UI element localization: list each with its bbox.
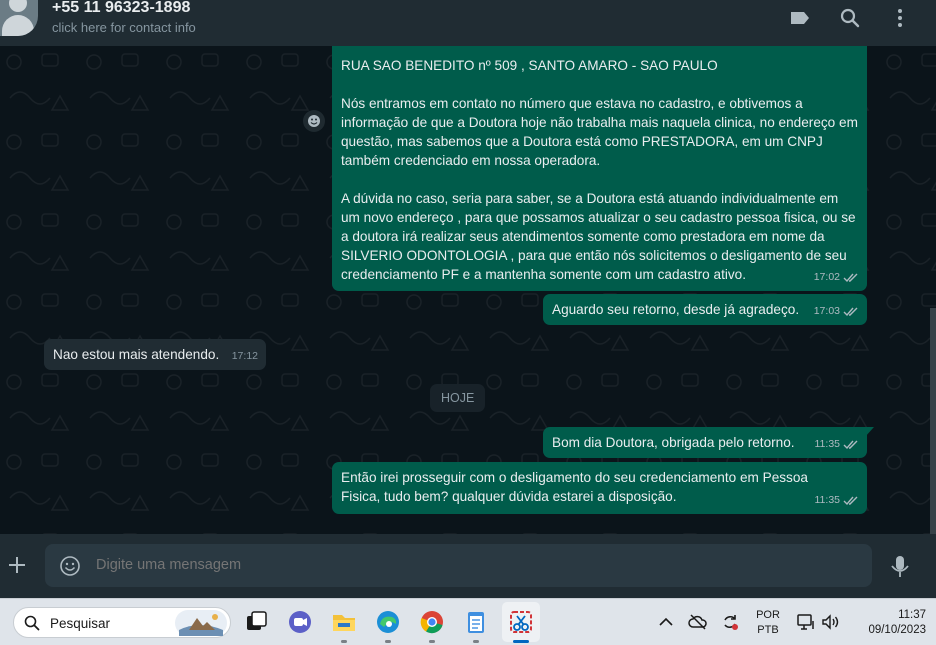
chevron-up-icon[interactable] [656,612,676,632]
language-code: POR [756,609,780,621]
running-indicator [473,640,479,643]
keyboard-layout: PTB [757,624,779,636]
react-emoji-button[interactable] [303,110,325,132]
windows-taskbar: Pesquisar POR PTB 11:37 09/10/2023 [0,598,936,645]
message-time: 11:35 [814,494,841,506]
message-meta: 11:35 [815,491,860,510]
running-indicator [385,640,391,643]
message-meta: 17:02 [814,268,859,287]
search-icon[interactable] [838,6,862,30]
message-text: Aguardo seu retorno, desde já agradeço. [552,302,800,317]
message-bubble-incoming[interactable]: Nao estou mais atendendo. 17:12 [44,339,266,370]
sync-icon[interactable] [720,612,740,632]
message-text: RUA SAO BENEDITO nº 509 , SANTO AMARO - … [341,58,718,73]
search-highlight-illustration [175,610,227,636]
notepad-icon[interactable] [462,608,490,636]
message-time: 17:03 [813,305,840,317]
taskbar-search-label: Pesquisar [50,616,111,631]
message-text: Então irei prosseguir com o desligamento… [341,470,808,504]
active-indicator [513,640,529,643]
double-check-icon [843,496,858,506]
input-language-indicator[interactable]: POR PTB [752,608,784,638]
snipping-tool-icon[interactable] [507,608,535,636]
system-clock[interactable]: 11:37 09/10/2023 [848,608,926,638]
chat-app-icon[interactable] [286,608,314,636]
message-time: 17:02 [813,271,840,283]
running-indicator [341,640,347,643]
message-bubble-outgoing[interactable]: Bom dia Doutora, obrigada pelo retorno. … [543,427,867,458]
edge-browser-icon[interactable] [374,608,402,636]
clock-time: 11:37 [898,609,926,621]
contact-info-link[interactable]: click here for contact info [52,20,196,35]
network-icon[interactable] [796,612,816,632]
chrome-browser-icon[interactable] [418,608,446,636]
task-view-icon[interactable] [242,608,270,636]
taskbar-search[interactable]: Pesquisar [13,607,231,638]
running-indicator [429,640,435,643]
message-bubble-outgoing[interactable]: Então irei prosseguir com o desligamento… [332,462,867,514]
message-text: Nós entramos em contato no número que es… [341,96,858,168]
message-meta: 17:12 [232,347,258,366]
microphone-icon[interactable] [889,554,911,580]
message-time: 17:12 [231,350,258,362]
message-bubble-outgoing[interactable]: Aguardo seu retorno, desde já agradeço. … [543,294,867,325]
double-check-icon [843,307,858,317]
double-check-icon [843,440,858,450]
message-input-box[interactable] [45,544,872,587]
label-icon[interactable] [788,6,812,30]
message-composer [0,534,936,598]
message-input[interactable] [96,544,836,587]
emoji-icon[interactable] [59,555,81,577]
message-meta: 17:03 [814,302,859,321]
volume-icon[interactable] [820,612,840,632]
attach-plus-icon[interactable] [6,554,28,576]
file-explorer-icon[interactable] [330,608,358,636]
date-divider: HOJE [430,384,486,412]
search-icon [24,615,40,631]
cloud-offline-icon[interactable] [688,612,708,632]
double-check-icon [843,273,858,283]
message-text: Nao estou mais atendendo. [53,347,220,362]
bubble-tail [865,427,874,437]
message-text: Bom dia Doutora, obrigada pelo retorno. [552,435,795,450]
message-meta: 11:35 [815,435,860,454]
message-list[interactable]: RUA SAO BENEDITO nº 509 , SANTO AMARO - … [0,46,936,534]
chat-scrollbar[interactable] [930,308,936,534]
message-bubble-outgoing[interactable]: RUA SAO BENEDITO nº 509 , SANTO AMARO - … [332,46,867,291]
chat-header: +55 11 96323-1898 click here for contact… [0,0,936,46]
contact-avatar[interactable] [0,0,38,36]
message-time: 11:35 [814,438,841,450]
contact-name[interactable]: +55 11 96323-1898 [52,0,190,17]
message-text: A dúvida no caso, seria para saber, se a… [341,191,856,282]
clock-date: 09/10/2023 [868,624,926,636]
menu-icon[interactable] [888,6,912,30]
smiley-icon [308,115,320,127]
